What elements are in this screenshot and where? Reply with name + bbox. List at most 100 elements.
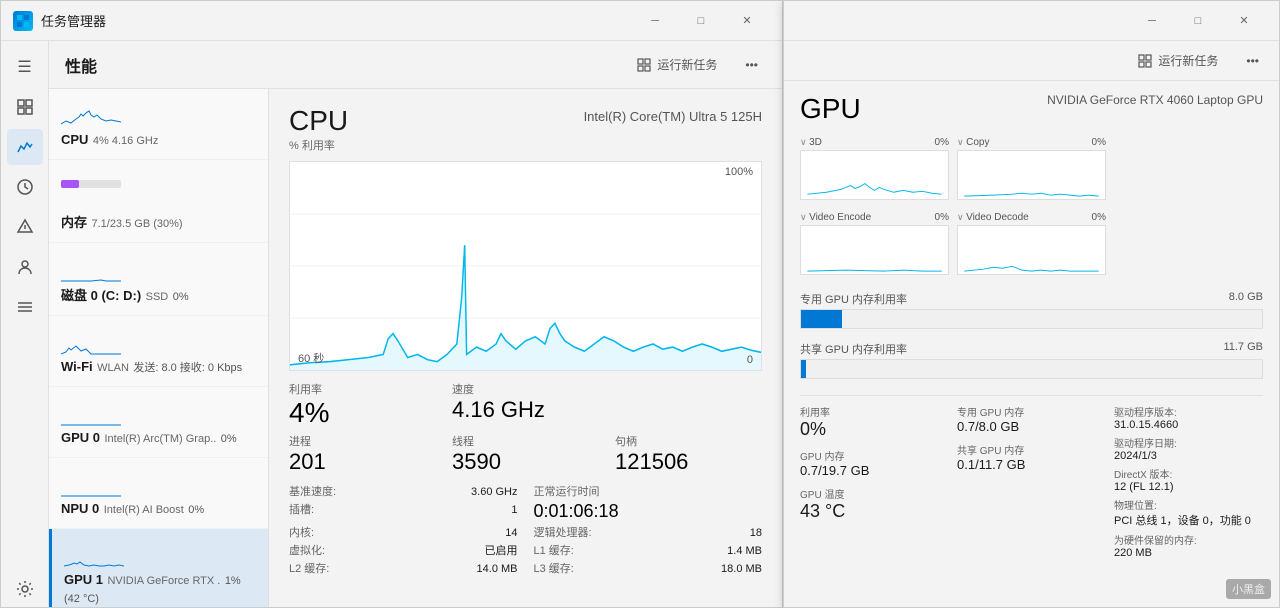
- gpu-model: NVIDIA GeForce RTX 4060 Laptop GPU: [1047, 93, 1263, 107]
- sidebar-details-button[interactable]: [7, 289, 43, 325]
- gpu-charts-row: ∨ 3D 0% ∨ Copy 0%: [800, 137, 1263, 200]
- dedicated-mem-value: 8.0 GB: [1229, 291, 1263, 307]
- window-controls: ─ □ ✕: [632, 5, 770, 37]
- gpu-header: GPU NVIDIA GeForce RTX 4060 Laptop GPU: [800, 93, 1263, 125]
- shared-mem-label-row: 共享 GPU 内存利用率 11.7 GB: [800, 341, 1263, 357]
- title-bar: 任务管理器 ─ □ ✕: [1, 1, 782, 41]
- gpu-3d-chart-item: ∨ 3D 0%: [800, 137, 949, 200]
- run-task-label: 运行新任务: [657, 56, 717, 73]
- memory-sub: 7.1/23.5 GB (30%): [91, 218, 182, 230]
- shared-mem-bar-fill: [801, 360, 806, 378]
- sidebar-settings-button[interactable]: [7, 571, 43, 607]
- gpu-dedicated-stat: 专用 GPU 内存 0.7/8.0 GB: [957, 404, 1106, 434]
- sidebar-processes-button[interactable]: [7, 89, 43, 125]
- process-stat: 进程 201: [289, 433, 436, 475]
- empty-stat: [615, 381, 762, 429]
- wifi-name: Wi-Fi: [61, 359, 93, 374]
- driver-version-item: 驱动程序版本: 31.0.15.4660: [1114, 404, 1263, 431]
- device-item-memory[interactable]: 内存 7.1/23.5 GB (30%): [49, 160, 268, 243]
- minimize-button[interactable]: ─: [632, 5, 678, 37]
- physical-location-label: 物理位置:: [1114, 497, 1263, 512]
- gpu-video-encode-chart-item: ∨ Video Encode 0%: [800, 212, 949, 275]
- l3-value: 18.0 MB: [721, 563, 762, 575]
- device-item-cpu[interactable]: CPU 4% 4.16 GHz: [49, 89, 268, 160]
- npu0-sub: Intel(R) AI Boost: [104, 504, 184, 516]
- sidebar-startup-button[interactable]: [7, 209, 43, 245]
- window-title: 任务管理器: [41, 11, 632, 30]
- content-area: 性能 运行新任务 •••: [49, 41, 782, 607]
- gpu-col1: 利用率 0% GPU 内存 0.7/19.7 GB GPU 温度 43 °C: [800, 404, 949, 559]
- physical-location-value: PCI 总线 1，设备 0，功能 0: [1114, 512, 1263, 528]
- gpu-top-bar: 运行新任务 •••: [784, 41, 1279, 81]
- gpu0-name: GPU 0: [61, 430, 100, 445]
- logical-value: 18: [750, 527, 762, 539]
- gpu-dedicated-label: 专用 GPU 内存: [957, 404, 1106, 419]
- watermark: 小黑盒: [1226, 579, 1271, 599]
- maximize-button[interactable]: □: [678, 5, 724, 37]
- npu0-value: 0%: [188, 504, 204, 516]
- baseline-speed-row: 基准速度: 3.60 GHz: [289, 483, 518, 499]
- cpu-main-panel: CPU % 利用率 Intel(R) Core(TM) Ultra 5 125H…: [269, 89, 782, 607]
- thread-value: 3590: [452, 449, 599, 475]
- sidebar-history-button[interactable]: [7, 169, 43, 205]
- l3-label: L3 缓存:: [534, 560, 574, 576]
- run-task-button[interactable]: 运行新任务: [629, 52, 725, 77]
- gpu-video-charts-row: ∨ Video Encode 0% ∨ Video Decode: [800, 212, 1263, 275]
- npu0-mini-graph: [61, 468, 121, 498]
- dedicated-mem-section: 专用 GPU 内存利用率 8.0 GB: [800, 291, 1263, 337]
- gpu-copy-chart-item: ∨ Copy 0%: [957, 137, 1106, 200]
- gpu-more-options[interactable]: •••: [1238, 50, 1267, 72]
- gpu-temp-label: GPU 温度: [800, 486, 949, 501]
- gpu-temp-stat: GPU 温度 43 °C: [800, 486, 949, 522]
- gpu-mem-stat: GPU 内存 0.7/19.7 GB: [800, 448, 949, 478]
- speed-stat: 速度 4.16 GHz: [452, 381, 599, 429]
- baseline-speed-value: 3.60 GHz: [471, 486, 517, 498]
- panel-title: CPU: [289, 105, 348, 137]
- panel-header: CPU % 利用率 Intel(R) Core(TM) Ultra 5 125H: [269, 89, 782, 161]
- close-button[interactable]: ✕: [724, 5, 770, 37]
- device-item-npu0[interactable]: NPU 0 Intel(R) AI Boost 0%: [49, 458, 268, 529]
- gpu-video-decode-label-text: ∨ Video Decode: [957, 212, 1029, 223]
- gpu-title-bar: ─ □ ✕: [784, 1, 1279, 41]
- task-manager-window: 任务管理器 ─ □ ✕ ☰: [0, 0, 783, 608]
- sidebar-users-button[interactable]: [7, 249, 43, 285]
- utilization-value: 4%: [289, 397, 436, 429]
- process-label: 进程: [289, 433, 436, 449]
- gpu-title: GPU: [800, 93, 861, 125]
- device-item-wifi[interactable]: Wi-Fi WLAN 发送: 8.0 接收: 0 Kbps: [49, 316, 268, 387]
- sidebar-performance-button[interactable]: [7, 129, 43, 165]
- app-icon: [13, 11, 33, 31]
- device-item-disk[interactable]: 磁盘 0 (C: D:) SSD 0%: [49, 243, 268, 316]
- gpu-body: GPU NVIDIA GeForce RTX 4060 Laptop GPU ∨…: [784, 81, 1279, 607]
- gpu-run-task-button[interactable]: 运行新任务: [1130, 48, 1226, 73]
- tm-body: ☰: [1, 41, 782, 607]
- gpu-video-encode-label: ∨ Video Encode 0%: [800, 212, 949, 223]
- l3-row: L3 缓存: 18.0 MB: [534, 560, 763, 576]
- gpu-shared-value: 0.1/11.7 GB: [957, 457, 1106, 472]
- shared-mem-bar: [800, 359, 1263, 379]
- gpu-video-decode-value: 0%: [1092, 212, 1106, 223]
- gpu-mem-value: 0.7/19.7 GB: [800, 463, 949, 478]
- sidebar-menu-button[interactable]: ☰: [7, 49, 43, 85]
- gpu-video-encode-chart: [800, 225, 949, 275]
- more-options-button[interactable]: •••: [737, 54, 766, 76]
- slot-row: 插槽: 1: [289, 501, 518, 522]
- device-item-gpu0[interactable]: GPU 0 Intel(R) Arc(TM) Grap.. 0%: [49, 387, 268, 458]
- gpu-video-decode-chart: [957, 225, 1106, 275]
- handle-value: 121506: [615, 449, 762, 475]
- uptime-label: 正常运行时间: [534, 483, 600, 499]
- gpu-temp-value: 43 °C: [800, 501, 949, 522]
- directx-label: DirectX 版本:: [1114, 466, 1263, 481]
- physical-location-item: 物理位置: PCI 总线 1，设备 0，功能 0: [1114, 497, 1263, 528]
- device-item-gpu1[interactable]: GPU 1 NVIDIA GeForce RTX . 1% (42 °C): [49, 529, 268, 607]
- driver-date-label: 驱动程序日期:: [1114, 435, 1263, 450]
- gpu-col2: 专用 GPU 内存 0.7/8.0 GB 共享 GPU 内存 0.1/11.7 …: [957, 404, 1106, 559]
- gpu-close-button[interactable]: ✕: [1221, 5, 1267, 37]
- gpu-copy-chart: [957, 150, 1106, 200]
- chart-top-label: 100%: [725, 166, 753, 178]
- gpu-maximize-button[interactable]: □: [1175, 5, 1221, 37]
- gpu-copy-value: 0%: [1092, 137, 1106, 148]
- gpu-minimize-button[interactable]: ─: [1129, 5, 1175, 37]
- disk-value: 0%: [173, 291, 189, 303]
- driver-date-item: 驱动程序日期: 2024/1/3: [1114, 435, 1263, 462]
